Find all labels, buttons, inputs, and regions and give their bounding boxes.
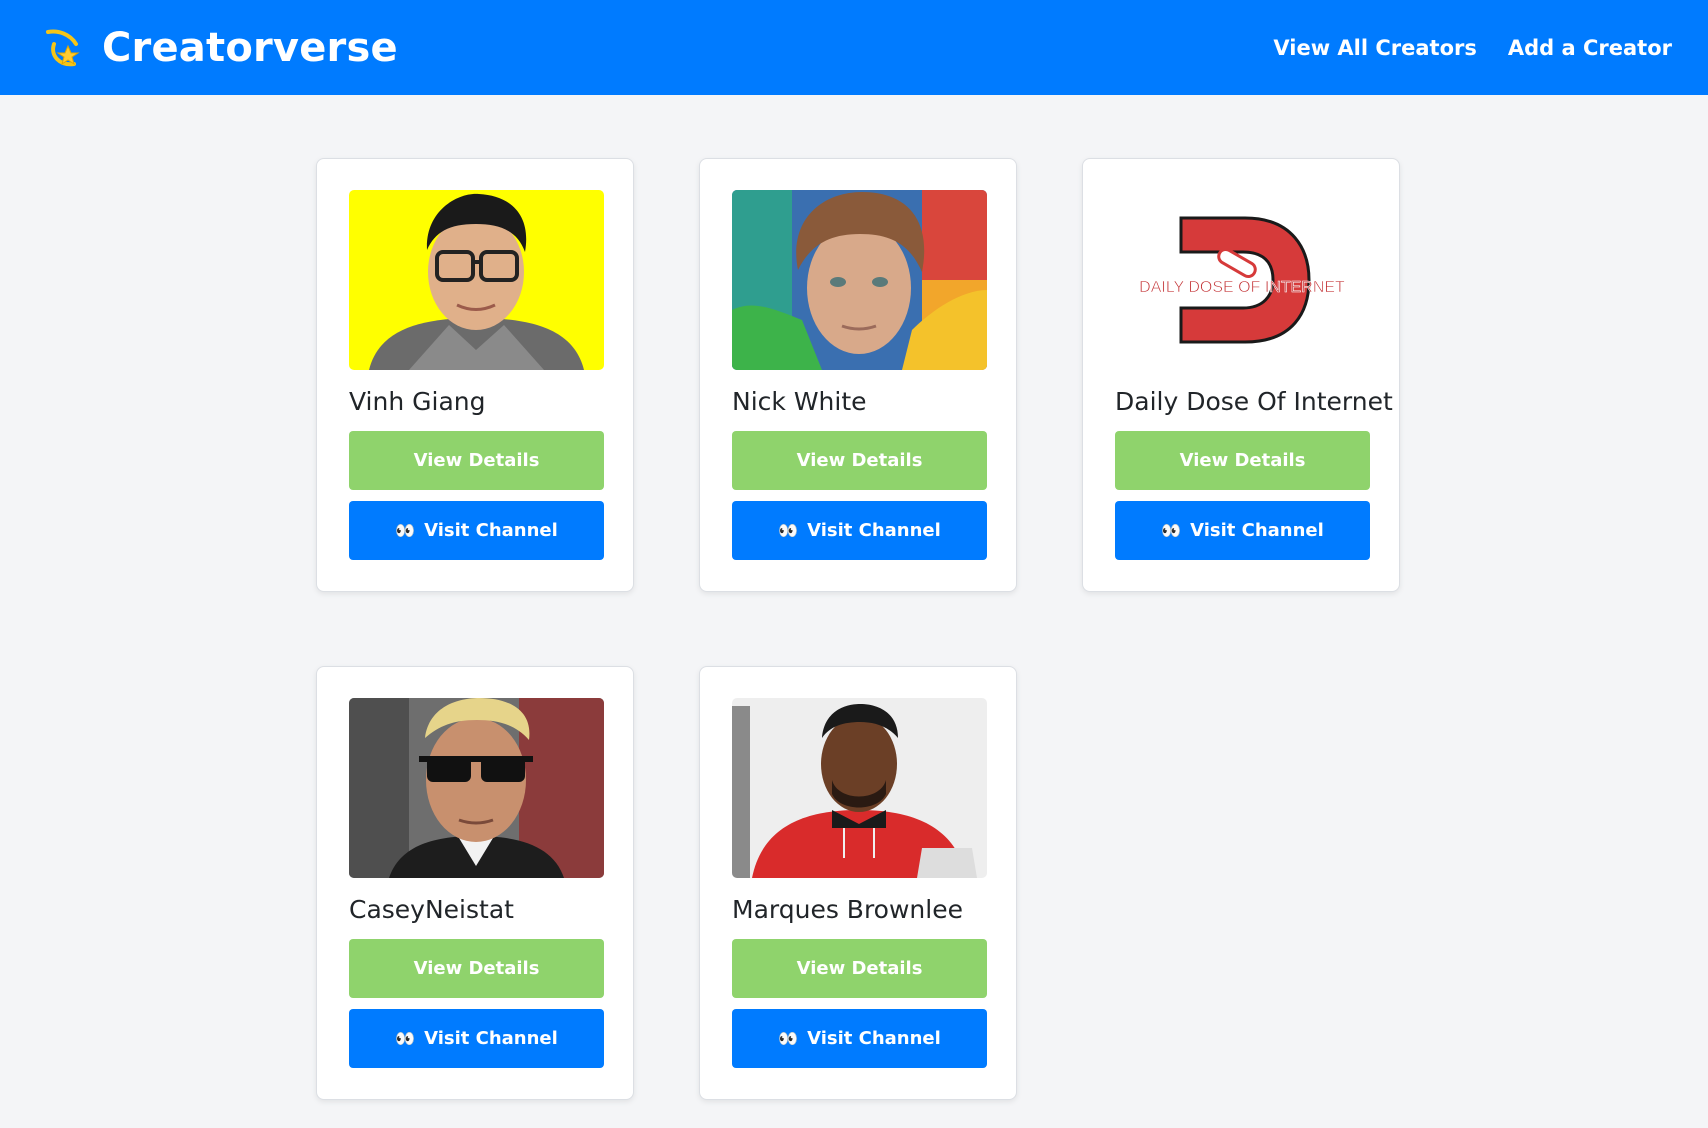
nav-links: View All Creators Add a Creator: [1242, 0, 1672, 95]
visit-channel-label: Visit Channel: [424, 1028, 558, 1049]
creator-card: CaseyNeistat View Details 👀 Visit Channe…: [316, 666, 634, 1100]
creator-image: DAILY DOSE OF INTERNET: [1115, 190, 1370, 370]
nav-add-creator[interactable]: Add a Creator: [1508, 36, 1672, 60]
app-title: Creatorverse: [102, 25, 398, 71]
creator-image: [349, 190, 604, 370]
eyes-icon: 👀: [395, 520, 416, 540]
creator-image: [349, 698, 604, 878]
shooting-star-icon: [40, 24, 88, 72]
top-navbar: Creatorverse View All Creators Add a Cre…: [0, 0, 1708, 95]
view-details-button[interactable]: View Details: [349, 431, 604, 490]
view-details-button[interactable]: View Details: [732, 939, 987, 998]
nav-view-all-creators[interactable]: View All Creators: [1273, 36, 1477, 60]
creator-name: Vinh Giang: [349, 387, 486, 416]
visit-channel-label: Visit Channel: [424, 520, 558, 541]
creator-name: Daily Dose Of Internet: [1115, 387, 1393, 416]
eyes-icon: 👀: [395, 1028, 416, 1048]
creator-image: [732, 190, 987, 370]
visit-channel-button[interactable]: 👀 Visit Channel: [732, 501, 987, 560]
visit-channel-button[interactable]: 👀 Visit Channel: [1115, 501, 1370, 560]
visit-channel-button[interactable]: 👀 Visit Channel: [349, 1009, 604, 1068]
creator-name: Marques Brownlee: [732, 895, 963, 924]
eyes-icon: 👀: [778, 520, 799, 540]
creator-image: [732, 698, 987, 878]
eyes-icon: 👀: [1161, 520, 1182, 540]
creator-name: CaseyNeistat: [349, 895, 514, 924]
visit-channel-button[interactable]: 👀 Visit Channel: [732, 1009, 987, 1068]
creator-card: Vinh Giang View Details 👀 Visit Channel: [316, 158, 634, 592]
view-details-button[interactable]: View Details: [732, 431, 987, 490]
creator-card: DAILY DOSE OF INTERNET Daily Dose Of Int…: [1082, 158, 1400, 592]
view-details-button[interactable]: View Details: [349, 939, 604, 998]
visit-channel-button[interactable]: 👀 Visit Channel: [349, 501, 604, 560]
creator-card: Nick White View Details 👀 Visit Channel: [699, 158, 1017, 592]
visit-channel-label: Visit Channel: [807, 520, 941, 541]
visit-channel-label: Visit Channel: [807, 1028, 941, 1049]
brand[interactable]: Creatorverse: [40, 18, 398, 78]
view-details-button[interactable]: View Details: [1115, 431, 1370, 490]
creator-card: Marques Brownlee View Details 👀 Visit Ch…: [699, 666, 1017, 1100]
creator-name: Nick White: [732, 387, 867, 416]
daily-dose-logo-text: DAILY DOSE OF INTERNET: [1139, 279, 1345, 296]
visit-channel-label: Visit Channel: [1190, 520, 1324, 541]
eyes-icon: 👀: [778, 1028, 799, 1048]
